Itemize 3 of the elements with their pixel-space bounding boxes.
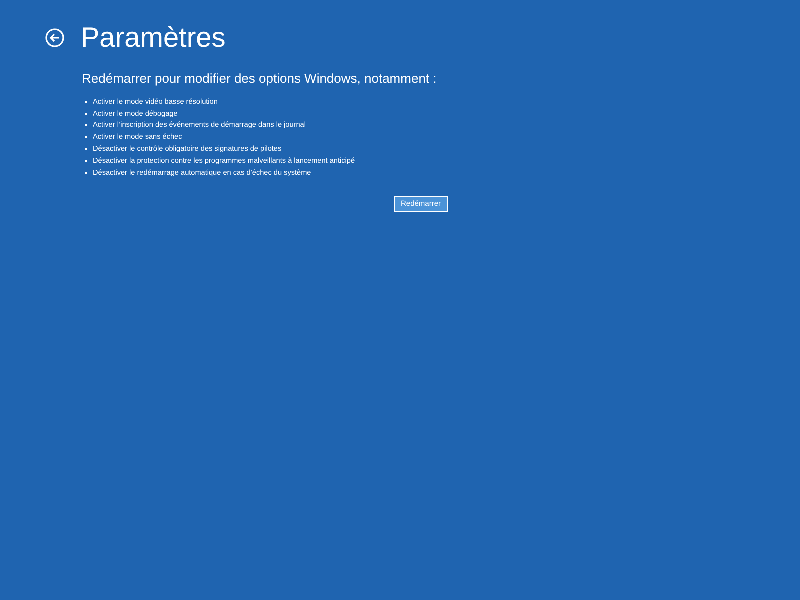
page-title: Paramètres (81, 22, 226, 54)
back-button[interactable] (45, 28, 65, 48)
intro-text: Redémarrer pour modifier des options Windows, notamment : (82, 71, 438, 87)
